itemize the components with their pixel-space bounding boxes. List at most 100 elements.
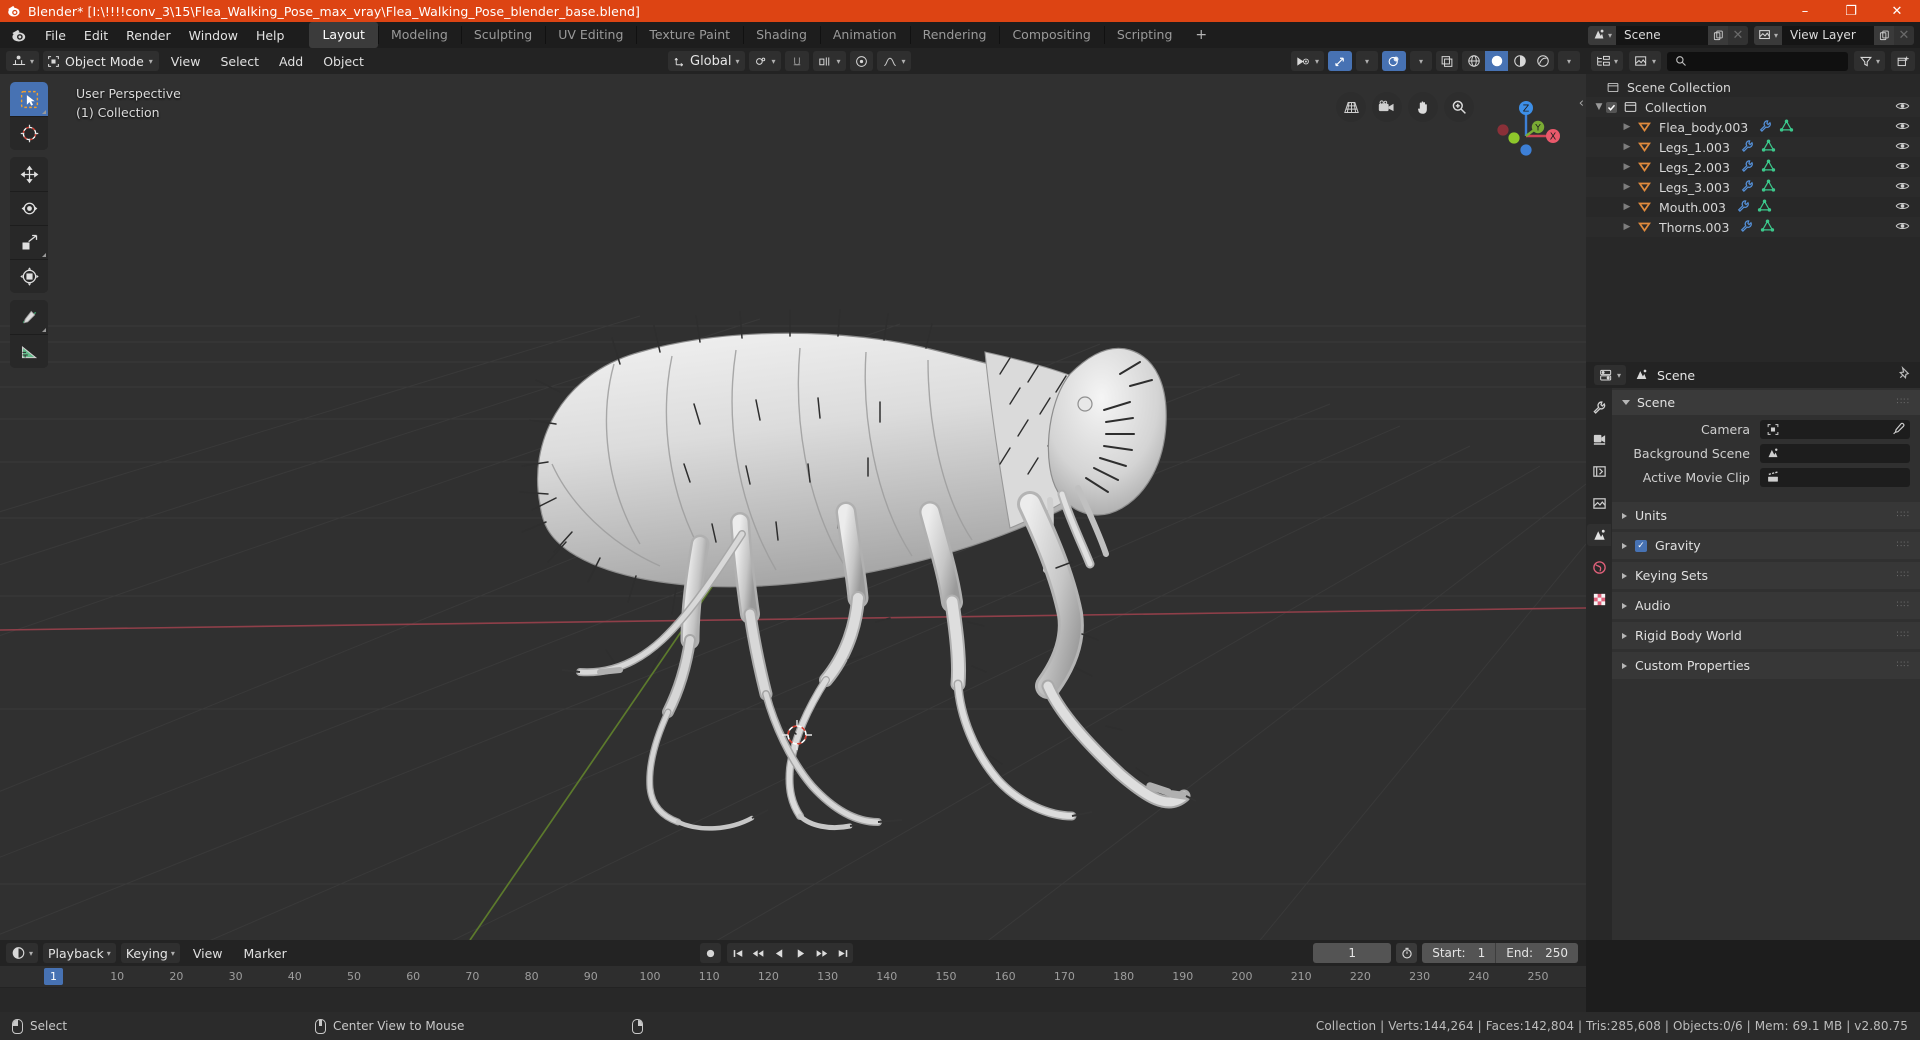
sidebar-toggle-icon[interactable]: ‹: [1579, 96, 1584, 111]
wireframe-shading-button[interactable]: [1462, 51, 1485, 71]
properties-editor-type-button[interactable]: ▾: [1594, 365, 1627, 385]
editor-type-button[interactable]: ▾: [6, 51, 40, 71]
tab-modeling[interactable]: Modeling: [377, 22, 461, 48]
mesh-data-icon[interactable]: [1760, 219, 1775, 236]
scene-selector[interactable]: ▾ Scene ✕: [1588, 25, 1748, 45]
new-scene-button[interactable]: [1708, 25, 1728, 45]
cursor-tool[interactable]: [10, 116, 48, 150]
zoom-view-icon[interactable]: [1444, 92, 1474, 122]
viewport-menu-view[interactable]: View: [163, 52, 209, 71]
panel-units[interactable]: Units ∷∷: [1612, 502, 1920, 529]
mesh-data-icon[interactable]: [1779, 119, 1794, 136]
play-button[interactable]: [790, 943, 811, 963]
object-expand-triangle[interactable]: ▶: [1620, 142, 1634, 152]
timeline-keying-menu[interactable]: Keying ▾: [120, 943, 180, 963]
menu-edit[interactable]: Edit: [75, 25, 117, 46]
camera-field[interactable]: [1760, 419, 1910, 440]
show-overlays-toggle[interactable]: [1382, 51, 1406, 71]
menu-file[interactable]: File: [36, 25, 75, 46]
eye-icon[interactable]: [1895, 220, 1910, 235]
tab-scripting[interactable]: Scripting: [1103, 22, 1186, 48]
outliner-row-object[interactable]: ▶ Legs_3.003: [1586, 177, 1920, 197]
eye-icon[interactable]: [1895, 140, 1910, 155]
gravity-checkbox[interactable]: ✓: [1635, 539, 1647, 552]
modifier-wrench-icon[interactable]: [1740, 179, 1755, 196]
outliner-row-scene-collection[interactable]: Scene Collection: [1586, 77, 1920, 97]
outliner-row-object[interactable]: ▶ Flea_body.003: [1586, 117, 1920, 137]
move-tool[interactable]: [10, 157, 48, 191]
timeline-channel-area[interactable]: [0, 988, 1586, 1012]
mode-selector[interactable]: Object Mode ▾: [43, 51, 159, 71]
tab-animation[interactable]: Animation: [819, 22, 910, 48]
timeline-playback-menu[interactable]: Playback ▾: [43, 943, 116, 963]
object-visibility-selector[interactable]: ▾: [1290, 51, 1324, 71]
modifier-wrench-icon[interactable]: [1736, 199, 1751, 216]
eye-icon[interactable]: [1895, 120, 1910, 135]
auto-keying-button[interactable]: [700, 943, 721, 963]
outliner-editor-type-button[interactable]: ▾: [1591, 51, 1624, 71]
panel-audio[interactable]: Audio ∷∷: [1612, 592, 1920, 619]
rendered-shading-button[interactable]: [1531, 51, 1554, 71]
jump-to-start-button[interactable]: [727, 943, 748, 963]
timeline-ruler[interactable]: 1 10 20 30 40 50 60 70 80 90 100 110 120 130 140 150 16…: [0, 966, 1586, 988]
eye-icon[interactable]: [1895, 200, 1910, 215]
play-reverse-button[interactable]: [769, 943, 790, 963]
proportional-edit-toggle[interactable]: [849, 51, 873, 71]
solid-shading-button[interactable]: [1485, 51, 1508, 71]
mesh-data-icon[interactable]: [1761, 179, 1776, 196]
next-keyframe-button[interactable]: [811, 943, 832, 963]
object-expand-triangle[interactable]: ▶: [1620, 222, 1634, 232]
outliner-filter-button[interactable]: ▾: [1853, 51, 1885, 71]
timeline-editor-type-button[interactable]: ▾: [6, 943, 39, 963]
mesh-data-icon[interactable]: [1761, 159, 1776, 176]
end-frame-field[interactable]: End: 250: [1495, 943, 1578, 963]
maximize-button[interactable]: ❐: [1828, 0, 1874, 22]
scene-panel-header[interactable]: Scene ∷∷: [1612, 390, 1920, 415]
mesh-data-icon[interactable]: [1761, 139, 1776, 156]
outliner-row-object[interactable]: ▶ Thorns.003: [1586, 217, 1920, 237]
jump-to-end-button[interactable]: [832, 943, 853, 963]
measure-tool[interactable]: [10, 334, 48, 368]
outliner-search-input[interactable]: [1667, 51, 1848, 71]
outliner-row-collection[interactable]: ▼ Collection: [1586, 97, 1920, 117]
object-expand-triangle[interactable]: ▶: [1620, 182, 1634, 192]
pin-icon[interactable]: [1897, 365, 1912, 385]
viewport-menu-object[interactable]: Object: [315, 52, 372, 71]
close-button[interactable]: ✕: [1874, 0, 1920, 22]
new-view-layer-button[interactable]: [1874, 25, 1894, 45]
object-expand-triangle[interactable]: ▶: [1620, 122, 1634, 132]
object-expand-triangle[interactable]: ▶: [1620, 162, 1634, 172]
blender-menu-icon[interactable]: [8, 25, 30, 45]
rotate-tool[interactable]: [10, 191, 48, 225]
active-movie-clip-field[interactable]: [1760, 467, 1910, 487]
viewport-menu-add[interactable]: Add: [271, 52, 311, 71]
pan-view-icon[interactable]: [1408, 92, 1438, 122]
tab-uv-editing[interactable]: UV Editing: [545, 22, 636, 48]
panel-rigid-body-world[interactable]: Rigid Body World ∷∷: [1612, 622, 1920, 649]
menu-render[interactable]: Render: [117, 25, 180, 46]
tab-tool-properties[interactable]: [1587, 396, 1611, 418]
viewport-canvas[interactable]: User Perspective (1) Collection Y X Z ‹: [0, 74, 1586, 940]
tab-shading[interactable]: Shading: [743, 22, 820, 48]
outliner-row-object[interactable]: ▶ Legs_1.003: [1586, 137, 1920, 157]
tweak-select-box-tool[interactable]: [10, 82, 48, 116]
xray-toggle[interactable]: [1436, 51, 1458, 71]
add-workspace-button[interactable]: +: [1185, 23, 1217, 47]
viewport-3d-scene[interactable]: [0, 74, 1586, 940]
eye-icon[interactable]: [1895, 160, 1910, 175]
mesh-data-icon[interactable]: [1757, 199, 1772, 216]
shading-settings[interactable]: ▾: [1558, 51, 1580, 71]
timeline-view-menu[interactable]: View: [185, 944, 231, 963]
menu-help[interactable]: Help: [247, 25, 294, 46]
view-layer-selector[interactable]: ▾ View Layer ✕: [1754, 25, 1914, 45]
tab-world-properties[interactable]: [1587, 556, 1611, 578]
current-frame-field[interactable]: 1: [1313, 943, 1392, 963]
tab-sculpting[interactable]: Sculpting: [460, 22, 545, 48]
eyedropper-icon[interactable]: [1891, 422, 1905, 440]
object-expand-triangle[interactable]: ▶: [1620, 202, 1634, 212]
panel-gravity[interactable]: ✓ Gravity ∷∷: [1612, 532, 1920, 559]
outliner-row-object[interactable]: ▶ Legs_2.003: [1586, 157, 1920, 177]
timeline-playhead[interactable]: 1: [44, 968, 63, 985]
modifier-wrench-icon[interactable]: [1758, 119, 1773, 136]
background-scene-field[interactable]: [1760, 443, 1910, 463]
